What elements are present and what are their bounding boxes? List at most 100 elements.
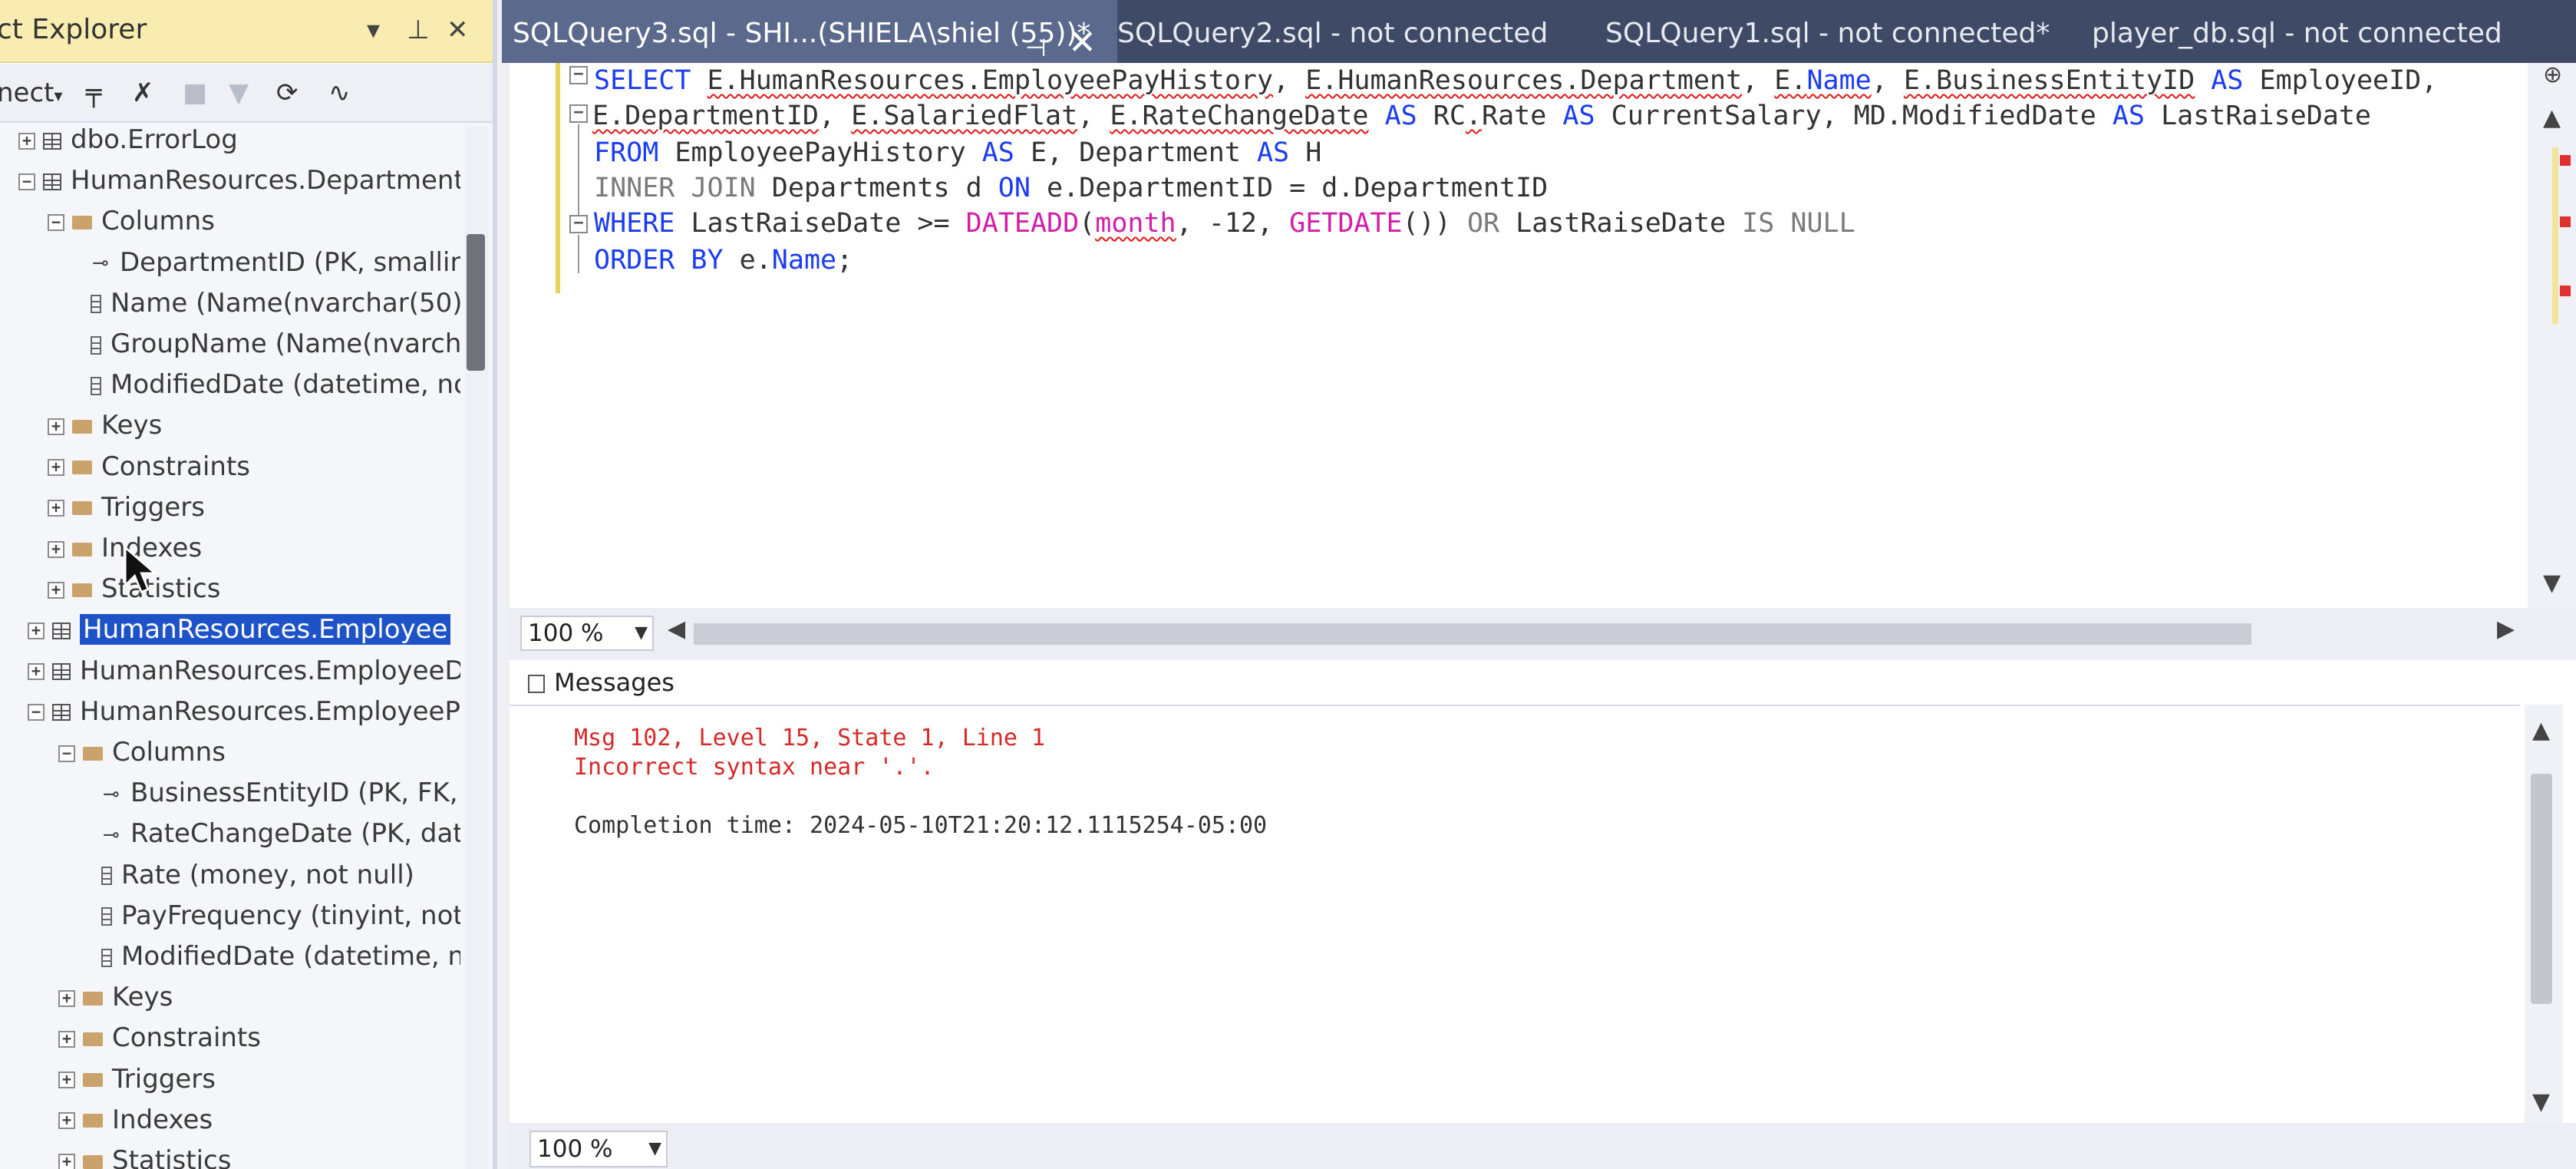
code-line-1[interactable]: SELECT E.HumanResources.EmployeePayHisto…	[594, 63, 2437, 98]
messages-output[interactable]: Msg 102, Level 15, State 1, Line 1 Incor…	[510, 705, 2520, 1123]
connect-plug-icon[interactable]: ╤	[86, 75, 101, 111]
tree-node[interactable]: − Columns	[58, 733, 226, 771]
object-explorer-toolbar: nect▾ ╤ ✗ ■ ▼ ⟳ ∿	[0, 64, 493, 123]
tree-node-label: Triggers	[101, 491, 205, 523]
tree-node[interactable]: + Constraints	[48, 447, 250, 486]
tab-sqlquery2[interactable]: SQLQuery2.sql - not connected	[1117, 0, 1593, 63]
column-icon	[91, 376, 101, 395]
expand-icon[interactable]: +	[58, 1072, 75, 1089]
object-explorer-scroll-thumb[interactable]	[467, 234, 485, 371]
object-explorer-scrollbar[interactable]	[465, 127, 488, 1169]
filter-icon[interactable]: ▼	[229, 75, 249, 111]
error-marker[interactable]	[2560, 155, 2571, 166]
tree-node[interactable]: + HumanResources.EmployeeDep	[28, 652, 460, 690]
query-editor[interactable]: − − − SELECT E.HumanResources.EmployeePa…	[510, 63, 2528, 608]
tree-node[interactable]: PayFrequency (tinyint, not n	[101, 897, 460, 935]
expand-icon[interactable]: +	[48, 581, 64, 599]
tree-node[interactable]: ⊸ RateChangeDate (PK, dateti	[101, 814, 460, 853]
collapse-icon[interactable]: −	[48, 213, 64, 231]
tree-node[interactable]: + Statistics	[58, 1141, 231, 1169]
editor-horizontal-scroll-thumb[interactable]	[694, 623, 2251, 645]
fold-toggle-icon[interactable]: −	[569, 104, 588, 123]
tab-player-db[interactable]: player_db.sql - not connected	[2092, 0, 2576, 63]
results-vertical-scrollbar[interactable]: ▲ ▼	[2525, 705, 2563, 1123]
expand-icon[interactable]: +	[58, 989, 75, 1007]
tab-sqlquery3[interactable]: SQLQuery3.sql - SHI...(SHIELA\shiel (55)…	[502, 0, 1117, 63]
tree-node[interactable]: + Keys	[58, 978, 173, 1016]
collapse-icon[interactable]: −	[18, 173, 35, 190]
collapse-icon[interactable]: −	[58, 745, 75, 762]
expand-icon[interactable]: +	[58, 1153, 75, 1169]
tree-node-label: Keys	[112, 982, 173, 1013]
expand-icon[interactable]: +	[58, 1030, 75, 1048]
tree-node[interactable]: ModifiedDate (datetime, no	[101, 937, 460, 976]
expand-icon[interactable]: +	[28, 622, 45, 639]
stop-icon[interactable]: ■	[183, 75, 207, 111]
fold-toggle-icon[interactable]: −	[569, 66, 588, 84]
activity-monitor-icon[interactable]: ∿	[328, 75, 351, 111]
expand-icon[interactable]: +	[28, 663, 45, 681]
editor-zoom-select[interactable]: 100 % ▼	[520, 616, 654, 651]
disconnect-icon[interactable]: ✗	[132, 75, 154, 111]
tree-node-label: Constraints	[112, 1022, 261, 1054]
tree-node[interactable]: − HumanResources.EmployeePayH	[28, 692, 460, 731]
refresh-icon[interactable]: ⟳	[276, 75, 298, 111]
tree-node[interactable]: − HumanResources.Department	[18, 161, 460, 200]
tab-sqlquery1[interactable]: SQLQuery1.sql - not connected*	[1605, 0, 2096, 63]
folder-icon	[83, 1154, 103, 1169]
code-line-3[interactable]: FROM EmployeePayHistory AS E, Department…	[594, 135, 1321, 170]
expand-icon[interactable]: +	[48, 459, 64, 477]
tree-node[interactable]: ⊸ DepartmentID (PK, smallint,	[91, 243, 460, 282]
expand-icon[interactable]: +	[48, 540, 64, 558]
fold-toggle-icon[interactable]: −	[569, 215, 588, 233]
tree-node[interactable]: ⊸ BusinessEntityID (PK, FK, int	[101, 774, 460, 812]
change-overview-track	[2552, 147, 2558, 324]
error-marker[interactable]	[2560, 216, 2571, 227]
tree-node[interactable]: + Indexes	[58, 1101, 213, 1139]
tree-node[interactable]: + Keys	[48, 406, 162, 444]
expand-icon[interactable]: +	[48, 418, 64, 435]
tree-node[interactable]: + HumanResources.Employee	[28, 610, 451, 649]
code-line-2[interactable]: E.DepartmentID, E.SalariedFlat, E.RateCh…	[592, 98, 2371, 134]
expand-icon[interactable]: +	[58, 1112, 75, 1130]
folder-icon	[72, 419, 92, 434]
column-icon	[91, 295, 101, 314]
window-position-dropdown-icon[interactable]: ▾	[367, 12, 380, 48]
connect-button[interactable]: nect▾	[0, 75, 63, 114]
scroll-up-icon[interactable]: ▲	[2532, 717, 2550, 744]
folder-icon	[72, 215, 92, 230]
close-icon[interactable]: ✕	[447, 12, 469, 48]
tree-node-label: ModifiedDate (datetime, no	[110, 369, 460, 401]
tree-node[interactable]: Rate (money, not null)	[101, 856, 414, 894]
scroll-right-icon[interactable]: ▶	[2497, 616, 2515, 642]
tree-node[interactable]: + dbo.ErrorLog	[18, 127, 238, 159]
tree-node[interactable]: GroupName (Name(nvarcha	[91, 325, 460, 363]
tree-node[interactable]: + Triggers	[58, 1060, 216, 1098]
results-scroll-thumb[interactable]	[2531, 774, 2552, 1004]
tree-node[interactable]: + Constraints	[58, 1019, 261, 1057]
code-line-4[interactable]: INNER JOIN Departments d ON e.Department…	[594, 170, 1548, 206]
expand-icon[interactable]: +	[48, 500, 64, 517]
pin-icon[interactable]: ⊥	[407, 12, 430, 48]
error-marker[interactable]	[2560, 286, 2571, 296]
expand-icon[interactable]: +	[18, 132, 35, 150]
tree-node-label: HumanResources.Department	[71, 165, 460, 196]
tree-node[interactable]: − Columns	[48, 202, 215, 240]
scroll-down-icon[interactable]: ▼	[2532, 1088, 2550, 1115]
tree-node[interactable]: Name (Name(nvarchar(50)),	[91, 284, 460, 322]
tree-node[interactable]: + Triggers	[48, 488, 205, 527]
scroll-left-icon[interactable]: ◀	[668, 616, 685, 642]
collapse-icon[interactable]: −	[28, 704, 45, 722]
split-editor-icon[interactable]: ⊕	[2543, 61, 2562, 88]
code-line-5[interactable]: WHERE LastRaiseDate >= DATEADD(month, -1…	[594, 206, 1855, 241]
tab-label: SQLQuery1.sql - not connected*	[1605, 18, 2050, 49]
scroll-down-icon[interactable]: ▼	[2543, 570, 2561, 596]
object-explorer-panel: ct Explorer ▾ ⊥ ✕ nect▾ ╤ ✗ ■ ▼ ⟳ ∿ + dbo…	[0, 0, 497, 1169]
code-line-6[interactable]: ORDER BY e.Name;	[594, 243, 853, 278]
tab-messages[interactable]: Messages	[528, 660, 675, 705]
scroll-up-icon[interactable]: ▲	[2543, 104, 2561, 131]
results-zoom-select[interactable]: 100 % ▼	[529, 1131, 668, 1167]
editor-vertical-scrollbar[interactable]: ⊕ ▲ ▼	[2532, 61, 2576, 608]
tree-node[interactable]: ModifiedDate (datetime, no	[91, 365, 460, 404]
fold-guide	[578, 124, 579, 215]
